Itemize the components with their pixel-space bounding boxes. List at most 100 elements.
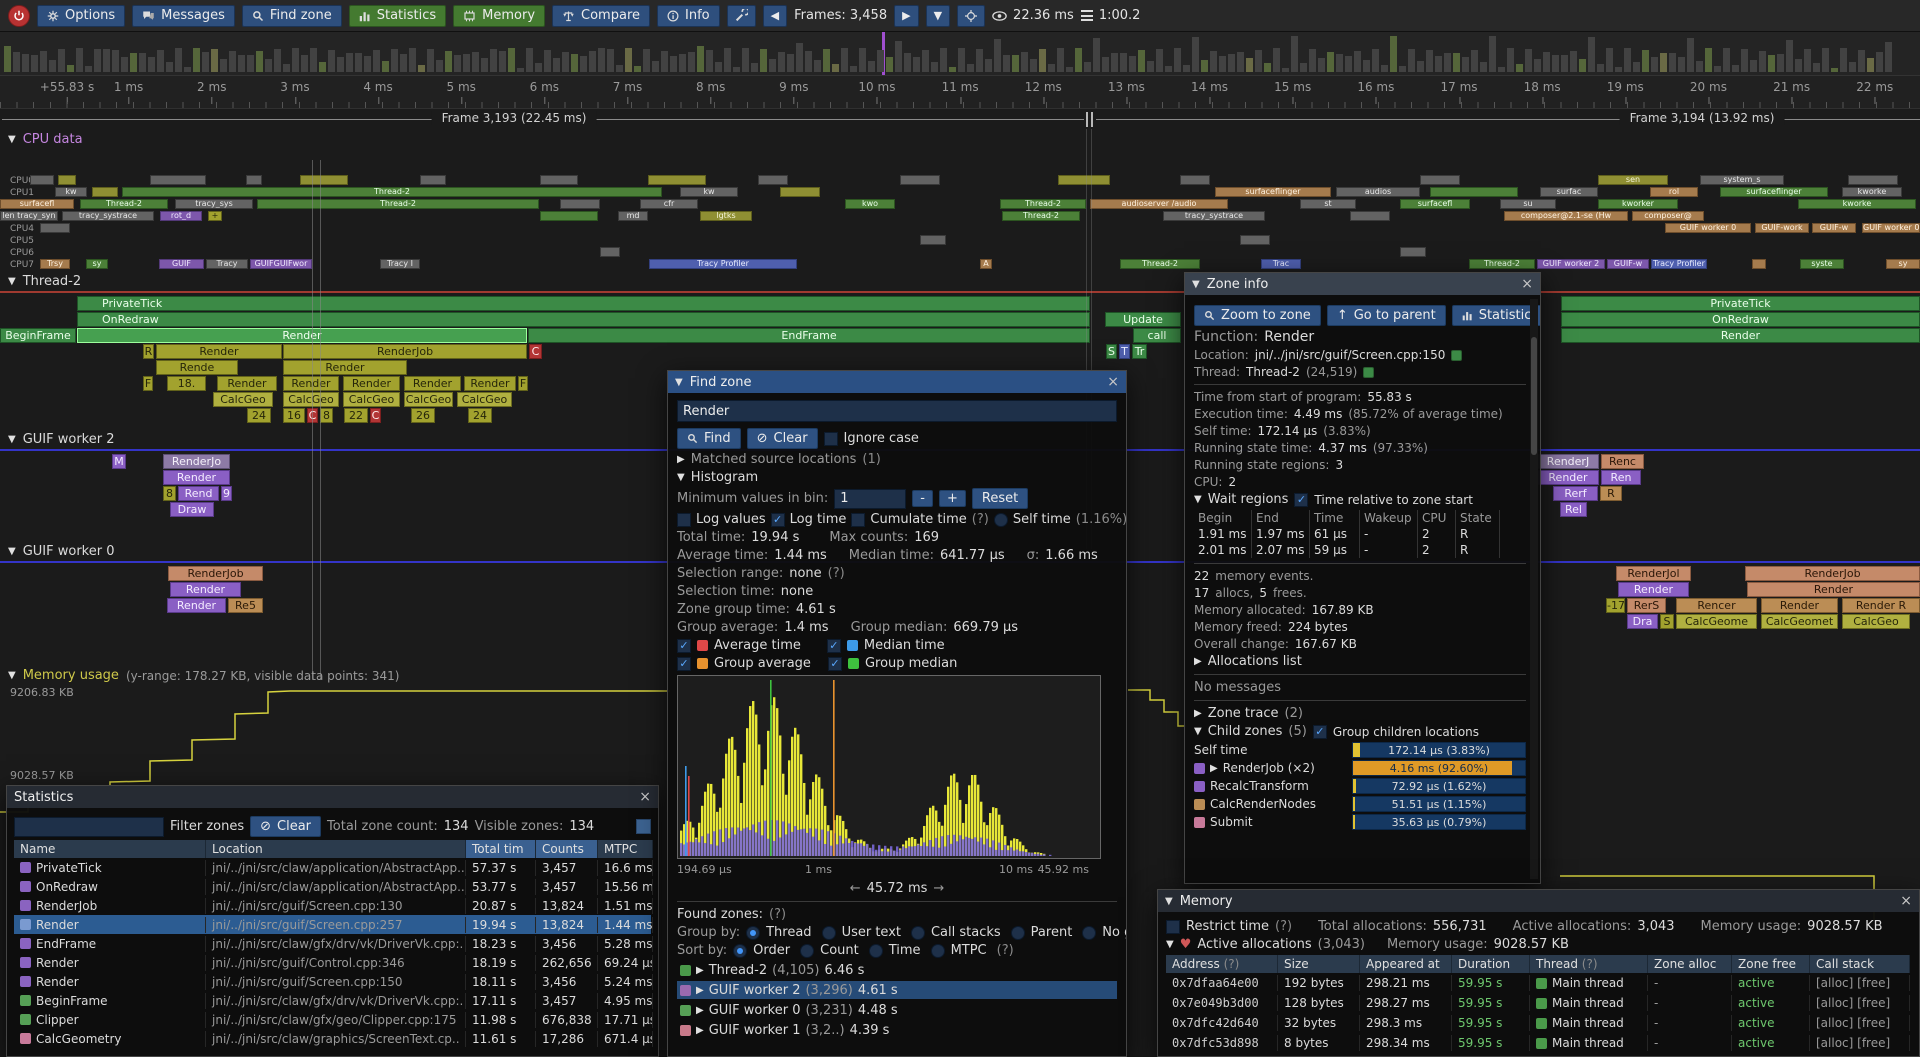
frame-bar[interactable]: [112, 50, 119, 72]
frame-bar[interactable]: [1750, 60, 1757, 72]
cpu-zone-su[interactable]: su: [1500, 199, 1556, 209]
frame-bar[interactable]: [1237, 52, 1244, 72]
frame-bar[interactable]: [1084, 62, 1091, 72]
find-zone-titlebar[interactable]: ▼ Find zone ×: [668, 371, 1126, 393]
collapse-icon[interactable]: ▼: [1192, 279, 1200, 290]
zone-rerf[interactable]: Rerf: [1553, 486, 1598, 501]
frame-bar[interactable]: [364, 56, 371, 72]
cpu-zone-guif-worker-0[interactable]: GUIF worker 0: [1665, 223, 1751, 233]
col-zone-alloc[interactable]: Zone alloc: [1648, 955, 1732, 973]
frame-bar[interactable]: [670, 56, 677, 72]
frame-bar[interactable]: [193, 48, 200, 72]
frame-bar[interactable]: [877, 50, 884, 72]
zone--17[interactable]: -17: [1606, 598, 1625, 613]
zoom-to-zone-button[interactable]: Zoom to zone: [1194, 305, 1321, 326]
zone-renderjob[interactable]: RenderJob: [168, 566, 263, 581]
cpu-zone-st[interactable]: st: [1300, 199, 1356, 209]
frame-bar[interactable]: [904, 53, 911, 72]
frame-bar[interactable]: [1777, 54, 1784, 72]
scrollbar[interactable]: [636, 819, 651, 834]
frame-bar[interactable]: [292, 48, 299, 72]
frame-bar[interactable]: [319, 62, 326, 72]
col-wakeup[interactable]: Wakeup: [1360, 510, 1418, 526]
frame-bar[interactable]: [481, 58, 488, 72]
frame-bar[interactable]: [598, 48, 605, 72]
frame-bar[interactable]: [229, 51, 236, 72]
zone-m[interactable]: M: [112, 454, 126, 469]
frame-bar[interactable]: [1282, 68, 1289, 72]
cpu-zone-thread-2[interactable]: Thread-2: [122, 187, 662, 197]
time-ruler[interactable]: +55.83 s 1 ms2 ms3 ms4 ms5 ms6 ms7 ms8 m…: [0, 76, 1920, 109]
wait-regions-label[interactable]: Wait regions: [1208, 492, 1289, 507]
frame-bar[interactable]: [967, 64, 974, 72]
frame-bar[interactable]: [1849, 62, 1856, 72]
zone-tr[interactable]: Tr: [1132, 344, 1147, 359]
cpu-zone-lgtks[interactable]: lgtks: [700, 211, 752, 221]
frame-bar[interactable]: [328, 50, 335, 72]
frame-bar[interactable]: [1552, 55, 1559, 72]
col-state[interactable]: State: [1456, 510, 1500, 526]
collapse-icon[interactable]: ▼: [677, 472, 685, 483]
zone-renderj[interactable]: RenderJ: [1537, 454, 1599, 469]
frame-bar[interactable]: [1183, 65, 1190, 72]
zone-ren[interactable]: Ren: [1601, 470, 1641, 485]
zone-info-titlebar[interactable]: ▼ Zone info ×: [1185, 273, 1540, 295]
frame-bar[interactable]: [1174, 48, 1181, 72]
wait-region-row[interactable]: 1.91 ms1.97 ms61 µs-2R: [1194, 526, 1526, 542]
child-zone-self-time[interactable]: Self time172.14 µs (3.83%): [1194, 742, 1526, 758]
frame-bar[interactable]: [94, 49, 101, 73]
cpu-zone-guif-w[interactable]: GUIF-w: [1607, 259, 1649, 269]
zone-render-r[interactable]: Render R: [1842, 598, 1920, 613]
zone-calcgeome[interactable]: CalcGeome: [1676, 614, 1757, 629]
goto-frame-button[interactable]: [957, 5, 985, 27]
zone-re5[interactable]: Re5: [228, 598, 263, 613]
find-button[interactable]: Find: [677, 428, 741, 449]
frame-bar[interactable]: [985, 59, 992, 72]
memory-button[interactable]: Memory: [453, 5, 545, 27]
frame-bar[interactable]: [1624, 48, 1631, 72]
frame-bar[interactable]: [238, 55, 245, 72]
self-time-checkbox[interactable]: [994, 513, 1008, 527]
frame-bar[interactable]: [1030, 59, 1037, 72]
frame-bar[interactable]: [436, 60, 443, 72]
zone-dra[interactable]: Dra: [1627, 614, 1658, 629]
frame-bar[interactable]: [1372, 49, 1379, 72]
frame-bar[interactable]: [1057, 48, 1064, 72]
zone-r[interactable]: R: [1600, 486, 1622, 501]
col-end[interactable]: End: [1252, 510, 1310, 526]
group-children-checkbox[interactable]: ✓: [1313, 725, 1327, 739]
frame-bar[interactable]: [607, 49, 614, 72]
frame-bar[interactable]: [706, 50, 713, 72]
cpu-zone[interactable]: [420, 175, 446, 185]
cpu-zone-guif-w[interactable]: GUIF-w: [1812, 223, 1856, 233]
frame-bar[interactable]: [517, 68, 524, 72]
found-group-guif-worker-2[interactable]: ▶GUIF worker 2(3,296)4.61 s: [677, 981, 1117, 999]
stats-row-calcgeometry[interactable]: CalcGeometryjni/../jni/src/claw/graphics…: [14, 1029, 651, 1048]
cpu-zone[interactable]: [150, 175, 206, 185]
cpu-zone-surfacefl[interactable]: surfacefl: [1400, 199, 1470, 209]
zone-renderjol[interactable]: RenderJol: [1616, 566, 1691, 581]
frame-bar[interactable]: [1408, 49, 1415, 72]
col-time[interactable]: Time: [1310, 510, 1360, 526]
frame-bar[interactable]: [1111, 53, 1118, 72]
filter-input[interactable]: [14, 817, 164, 837]
zone-render[interactable]: Render: [283, 360, 407, 375]
frame-bar[interactable]: [922, 50, 929, 72]
frame-strip[interactable]: [0, 32, 1920, 76]
scrollbar[interactable]: [1530, 299, 1538, 879]
frame-bar[interactable]: [1822, 48, 1829, 72]
cpu-zone-cfr[interactable]: cfr: [640, 199, 698, 209]
frame-markers[interactable]: Frame 3,193 (22.45 ms) Frame 3,194 (13.9…: [0, 109, 1920, 129]
frame-bar[interactable]: [805, 51, 812, 72]
frame-bar[interactable]: [1561, 55, 1568, 72]
frame-bar[interactable]: [1120, 53, 1127, 72]
frame-bar[interactable]: [1579, 59, 1586, 72]
cpu-zone-a[interactable]: A: [980, 259, 992, 269]
messages-button[interactable]: Messages: [132, 5, 235, 27]
ignore-case-checkbox[interactable]: [824, 432, 838, 446]
frame-bar[interactable]: [382, 61, 389, 72]
cpu-zone[interactable]: [1420, 175, 1460, 185]
zone-f[interactable]: F: [143, 376, 153, 391]
restrict-time-help[interactable]: (?): [1275, 919, 1292, 934]
expand-icon[interactable]: ▶: [1194, 708, 1202, 719]
